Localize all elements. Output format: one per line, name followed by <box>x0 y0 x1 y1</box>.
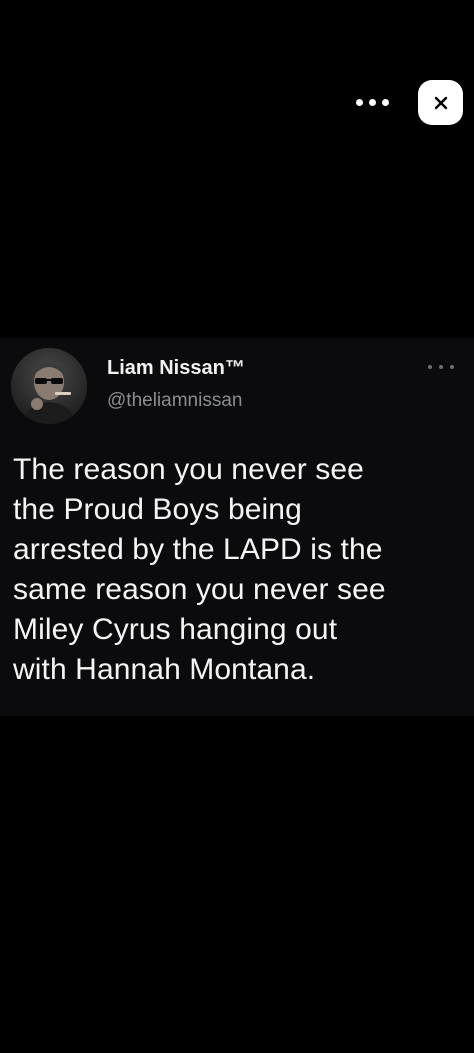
more-horizontal-icon <box>450 365 454 369</box>
more-horizontal-icon <box>439 365 443 369</box>
more-horizontal-icon <box>428 365 432 369</box>
more-horizontal-icon <box>355 98 363 106</box>
tweet-text-line: arrested by the LAPD is the <box>13 533 383 566</box>
media-viewer-toolbar <box>0 0 474 130</box>
author-display-name[interactable]: Liam Nissan™ <box>107 357 245 380</box>
tweet-text: The reason you never see the Proud Boys … <box>13 450 465 690</box>
more-horizontal-icon <box>381 98 389 106</box>
profile-photo-icon <box>11 348 87 424</box>
tweet-more-button[interactable] <box>428 360 454 374</box>
more-options-button[interactable] <box>348 88 396 116</box>
avatar[interactable] <box>11 348 87 424</box>
close-button[interactable] <box>418 80 463 125</box>
author-handle[interactable]: @theliamnissan <box>107 390 242 412</box>
tweet-text-line: same reason you never see <box>13 573 386 606</box>
tweet-text-line: Miley Cyrus hanging out <box>13 613 338 646</box>
tweet-text-line: with Hannah Montana. <box>13 653 316 686</box>
tweet-text-line: the Proud Boys being <box>13 493 302 526</box>
tweet-card: Liam Nissan™ @theliamnissan The reason y… <box>0 338 474 716</box>
more-horizontal-icon <box>368 98 376 106</box>
tweet-text-line: The reason you never see <box>13 453 364 486</box>
close-x-icon <box>434 96 447 109</box>
